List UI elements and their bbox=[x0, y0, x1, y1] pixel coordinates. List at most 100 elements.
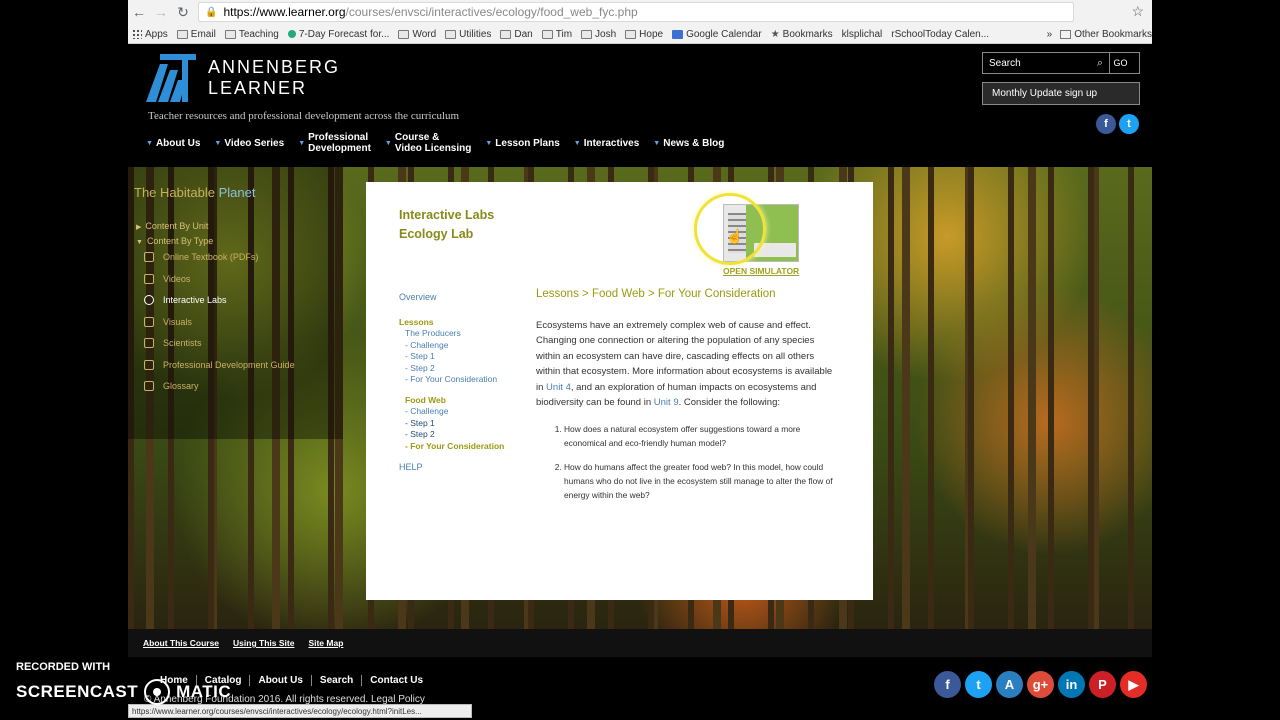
forward-icon[interactable]: → bbox=[150, 1, 172, 23]
nav-label: About Us bbox=[155, 137, 201, 149]
bookmark-label: Josh bbox=[595, 28, 617, 40]
annenberg-logo[interactable]: ANNENBERG LEARNER bbox=[146, 54, 340, 102]
bookmark-label: rSchoolToday Calen... bbox=[891, 28, 990, 40]
logo-text: ANNENBERG LEARNER bbox=[208, 57, 340, 99]
sidebar-item-scientists[interactable]: Scientists bbox=[144, 338, 202, 348]
nav-about-us[interactable]: ▼ About Us bbox=[146, 138, 200, 149]
sidebar-item-interactive-labs[interactable]: Interactive Labs bbox=[144, 295, 227, 305]
producers-link[interactable]: The Producers bbox=[399, 328, 524, 340]
youtube-icon[interactable]: ▶ bbox=[1120, 671, 1147, 698]
social-top: f t bbox=[1096, 114, 1139, 134]
nav-news-blog[interactable]: ▼ News & Blog bbox=[653, 138, 724, 149]
footer-contact-link[interactable]: Contact Us bbox=[362, 675, 431, 686]
annenberg-icon[interactable]: A bbox=[996, 671, 1023, 698]
unit9-link[interactable]: Unit 9 bbox=[654, 397, 679, 408]
caret-down-icon: ▼ bbox=[214, 139, 222, 147]
sidebar-item-textbook[interactable]: Online Textbook (PDFs) bbox=[144, 252, 258, 262]
google-plus-icon[interactable]: g+ bbox=[1027, 671, 1054, 698]
lab-title-line2: Ecology Lab bbox=[399, 227, 474, 241]
facebook-icon[interactable]: f bbox=[934, 671, 961, 698]
reload-icon[interactable]: ↻ bbox=[172, 1, 194, 23]
other-bookmarks[interactable]: » Other Bookmarks bbox=[1047, 24, 1152, 44]
book-icon bbox=[144, 252, 154, 262]
content-by-unit-link[interactable]: ▶ Content By Unit bbox=[136, 221, 208, 231]
other-bookmarks-label: Other Bookmarks bbox=[1074, 28, 1152, 40]
sidebar-item-videos[interactable]: Videos bbox=[144, 274, 190, 284]
lessons-heading[interactable]: Lessons bbox=[399, 317, 524, 329]
course-footer: About This Course Using This Site Site M… bbox=[128, 629, 1152, 657]
search-icon[interactable]: ⌕ bbox=[1091, 57, 1109, 70]
search-icon bbox=[144, 338, 154, 348]
site-map-link[interactable]: Site Map bbox=[308, 638, 343, 648]
bookmark-teaching[interactable]: Teaching bbox=[224, 29, 279, 40]
glossary-icon bbox=[144, 381, 154, 391]
bookmark-star-icon[interactable]: ☆ bbox=[1131, 3, 1144, 20]
twitter-icon[interactable]: t bbox=[965, 671, 992, 698]
bookmark-apps[interactable]: Apps bbox=[132, 29, 168, 40]
bookmark-label: Hope bbox=[639, 28, 664, 40]
item-label: Glossary bbox=[163, 381, 199, 391]
twitter-icon[interactable]: t bbox=[1119, 114, 1139, 134]
bookmark-google-calendar[interactable]: Google Calendar bbox=[672, 29, 762, 40]
weather-icon bbox=[287, 30, 296, 38]
nav-interactives[interactable]: ▼ Interactives bbox=[574, 138, 640, 149]
producers-step2-link[interactable]: - Step 2 bbox=[399, 363, 524, 375]
monthly-update-button[interactable]: Monthly Update sign up bbox=[982, 82, 1140, 105]
overview-link[interactable]: Overview bbox=[399, 292, 524, 304]
address-bar[interactable]: 🔒 https://www.learner.org/courses/envsci… bbox=[198, 2, 1074, 22]
footer-about-link[interactable]: About Us bbox=[250, 675, 312, 686]
linkedin-icon[interactable]: in bbox=[1058, 671, 1085, 698]
producers-step1-link[interactable]: - Step 1 bbox=[399, 351, 524, 363]
bookmark-tim[interactable]: Tim bbox=[541, 29, 572, 40]
bookmark-bookmarks[interactable]: ★ Bookmarks bbox=[771, 29, 833, 40]
bookmark-hope[interactable]: Hope bbox=[625, 29, 663, 40]
bookmark-klsplichal[interactable]: klsplichal bbox=[842, 29, 883, 40]
caret-down-icon: ▼ bbox=[298, 139, 306, 147]
footer-search-link[interactable]: Search bbox=[312, 675, 363, 686]
bookmark-dan[interactable]: Dan bbox=[500, 29, 533, 40]
bookmark-forecast[interactable]: 7-Day Forecast for... bbox=[287, 29, 389, 40]
nav-lesson-plans[interactable]: ▼ Lesson Plans bbox=[485, 138, 559, 149]
nav-professional-development[interactable]: ▼ Professional Development bbox=[298, 132, 371, 154]
sidebar-item-glossary[interactable]: Glossary bbox=[144, 381, 199, 391]
help-link[interactable]: HELP bbox=[399, 462, 524, 474]
habitable-planet-title[interactable]: The Habitable Planet bbox=[134, 185, 255, 200]
item-label: Professional Development Guide bbox=[163, 360, 295, 370]
pinterest-icon[interactable]: P bbox=[1089, 671, 1116, 698]
search-input[interactable] bbox=[983, 57, 1091, 69]
open-simulator-link[interactable]: OPEN SIMULATOR bbox=[723, 266, 799, 276]
status-bar: https://www.learner.org/courses/envsci/i… bbox=[128, 704, 472, 718]
bookmark-email[interactable]: Email bbox=[176, 28, 216, 40]
foodweb-challenge-link[interactable]: - Challenge bbox=[399, 406, 524, 418]
sidebar-item-pd-guide[interactable]: Professional Development Guide bbox=[144, 360, 295, 370]
using-site-link[interactable]: Using This Site bbox=[233, 638, 294, 648]
bookmark-utilities[interactable]: Utilities bbox=[445, 29, 491, 40]
producers-consideration-link[interactable]: - For Your Consideration bbox=[399, 374, 524, 386]
about-course-link[interactable]: About This Course bbox=[143, 638, 219, 648]
go-button[interactable]: GO bbox=[1109, 53, 1131, 73]
bookmark-label: Email bbox=[190, 28, 216, 40]
foodweb-step2-link[interactable]: - Step 2 bbox=[399, 429, 524, 441]
nav-label: Course & Video Licensing bbox=[394, 132, 472, 154]
caret-down-icon: ▼ bbox=[384, 139, 392, 147]
sidebar-item-visuals[interactable]: Visuals bbox=[144, 317, 192, 327]
folder-icon bbox=[625, 29, 637, 39]
folder-icon bbox=[398, 29, 410, 39]
unit4-link[interactable]: Unit 4 bbox=[546, 382, 571, 393]
bookmark-josh[interactable]: Josh bbox=[581, 29, 616, 40]
nav-video-series[interactable]: ▼ Video Series bbox=[214, 138, 284, 149]
bookmark-word[interactable]: Word bbox=[398, 29, 436, 40]
foodweb-step1-link[interactable]: - Step 1 bbox=[399, 418, 524, 430]
content-by-type-link[interactable]: ▼ Content By Type bbox=[136, 236, 213, 246]
bookmark-rschooltoday[interactable]: rSchoolToday Calen... bbox=[891, 29, 989, 40]
nav-label: News & Blog bbox=[663, 137, 725, 149]
food-web-heading[interactable]: Food Web bbox=[399, 395, 524, 407]
producers-challenge-link[interactable]: - Challenge bbox=[399, 340, 524, 352]
url-host: https://www.learner.org bbox=[223, 5, 346, 19]
item-label: Interactive Labs bbox=[163, 295, 227, 305]
facebook-icon[interactable]: f bbox=[1096, 114, 1116, 134]
nav-course-licensing[interactable]: ▼ Course & Video Licensing bbox=[385, 132, 471, 154]
foodweb-consideration-link[interactable]: - For Your Consideration bbox=[399, 441, 524, 453]
folder-icon bbox=[445, 29, 457, 39]
back-icon[interactable]: ← bbox=[128, 1, 150, 23]
